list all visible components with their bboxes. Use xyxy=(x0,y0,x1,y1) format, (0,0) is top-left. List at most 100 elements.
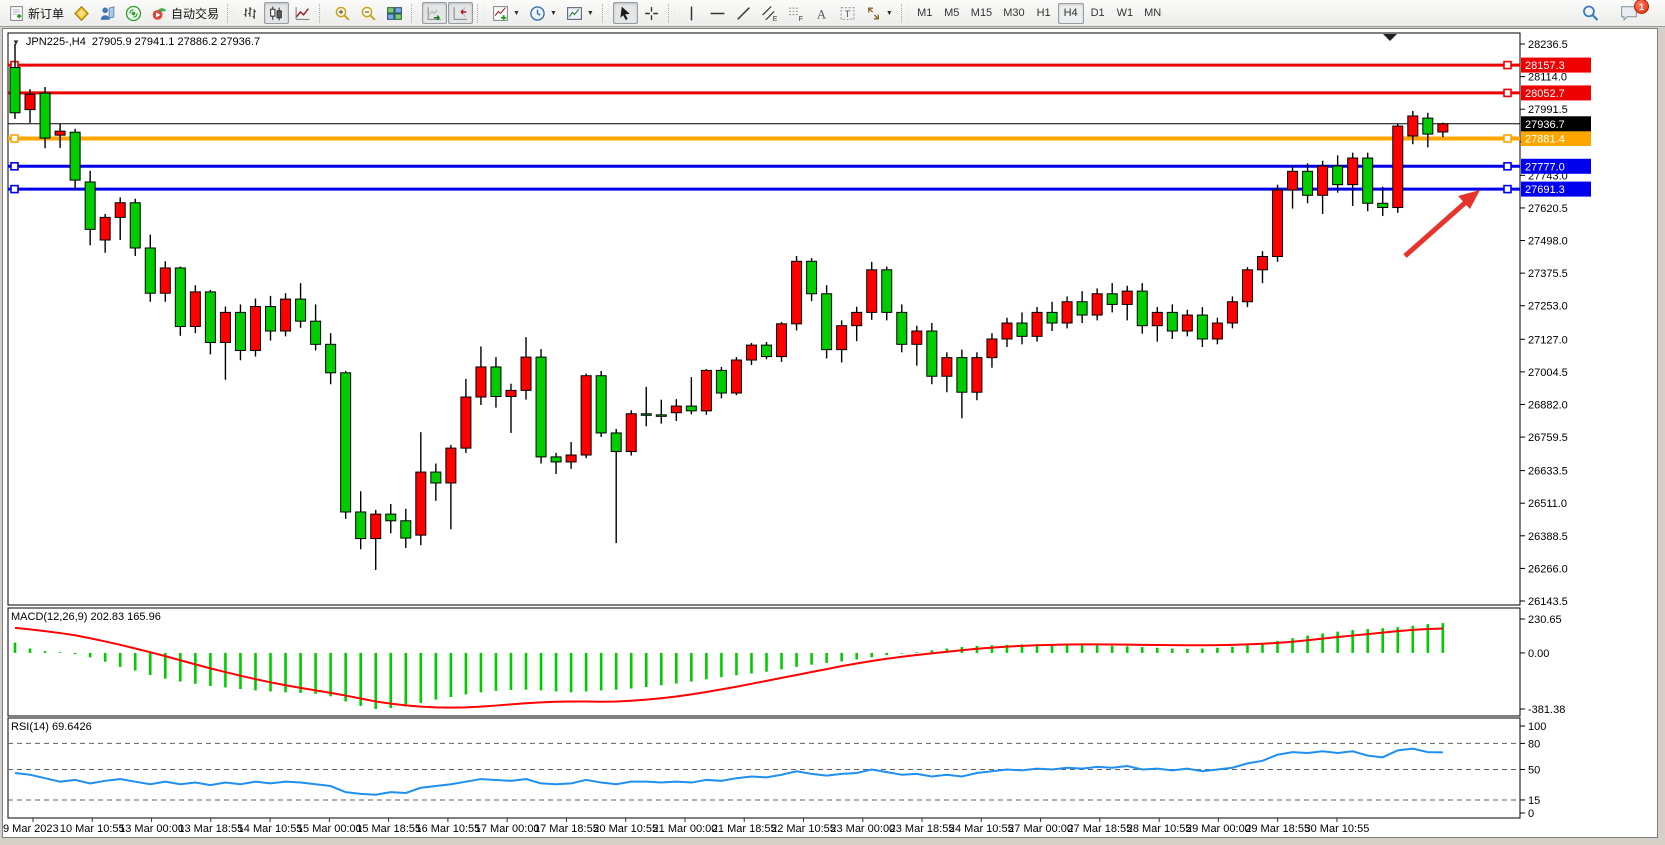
templates-button[interactable]: ▼ xyxy=(562,2,598,24)
line-handle xyxy=(1504,135,1511,142)
chart-shift-button[interactable] xyxy=(448,2,473,24)
time-tick-label: 29 Mar 00:00 xyxy=(1186,823,1251,835)
fibonacci-button[interactable]: F xyxy=(783,2,808,24)
text-label-button[interactable]: T xyxy=(835,2,860,24)
horizontal-line-button[interactable] xyxy=(705,2,730,24)
chevron-down-icon[interactable]: ▼ xyxy=(550,10,557,17)
svg-text:0: 0 xyxy=(1528,808,1534,820)
zoom-in-button[interactable] xyxy=(330,2,355,24)
time-tick-label: 17 Mar 00:00 xyxy=(475,823,540,835)
signal-icon xyxy=(125,5,142,22)
svg-text:80: 80 xyxy=(1528,738,1540,750)
time-tick-label: 13 Mar 18:55 xyxy=(178,823,243,835)
periods-button[interactable]: ▼ xyxy=(525,2,561,24)
timeframe-d1-button[interactable]: D1 xyxy=(1085,3,1111,24)
search-icon xyxy=(1581,4,1600,22)
chevron-down-icon[interactable]: ▼ xyxy=(587,10,594,17)
vertical-line-button[interactable] xyxy=(679,2,704,24)
new-order-button[interactable]: 新订单 xyxy=(4,2,68,24)
equidistant-channel-button[interactable]: E xyxy=(757,2,782,24)
crosshair-button[interactable] xyxy=(639,2,664,24)
main-toolbar: 新订单 自动交易 ▼ ▼ ▼ EFA T ▼ M1M5M15M30H1H4D1W1MN 1 xyxy=(0,0,1665,27)
notifications-button[interactable]: 1 xyxy=(1616,2,1643,24)
price-tick-label: 26266.0 xyxy=(1528,563,1568,575)
timeframe-m15-button[interactable]: M15 xyxy=(966,3,997,24)
bar-chart-button[interactable] xyxy=(238,2,263,24)
trendline-icon xyxy=(735,5,752,22)
price-tag-label: 27881.4 xyxy=(1525,134,1565,146)
bar-chart-icon xyxy=(242,5,259,22)
arrows-icon xyxy=(865,5,882,22)
rsi-axis[interactable]: 1008050150 xyxy=(1520,721,1546,820)
price-tick-label: 28114.0 xyxy=(1528,72,1567,84)
toolbar-separator xyxy=(668,4,675,23)
time-tick-label: 28 Mar 10:55 xyxy=(1127,823,1192,835)
time-tick-label: 16 Mar 10:55 xyxy=(415,823,480,835)
market-watch-button[interactable] xyxy=(69,2,94,24)
timeframe-m5-button[interactable]: M5 xyxy=(939,3,965,24)
chart-shift-icon xyxy=(452,5,469,22)
data-window-button[interactable] xyxy=(95,2,120,24)
auto-trading-label: 自动交易 xyxy=(171,5,219,22)
tile-windows-button[interactable] xyxy=(382,2,407,24)
panel-frames xyxy=(8,33,1520,818)
time-tick-label: 14 Mar 10:55 xyxy=(238,823,303,835)
price-tick-label: 27498.0 xyxy=(1528,236,1568,248)
time-tick-label: 17 Mar 18:55 xyxy=(534,823,599,835)
auto-scroll-button[interactable] xyxy=(422,2,447,24)
mt4-terminal: { "toolbar": { "groups": [ {"name":"trad… xyxy=(0,0,1665,845)
timeframe-mn-button[interactable]: MN xyxy=(1139,3,1166,24)
arrows-button[interactable]: ▼ xyxy=(861,2,897,24)
price-tag-label: 28157.3 xyxy=(1525,60,1565,72)
line-handle xyxy=(1504,89,1511,96)
line-chart-button[interactable] xyxy=(290,2,315,24)
horizontal-line-icon xyxy=(709,5,726,22)
timeframe-h4-button[interactable]: H4 xyxy=(1058,3,1084,24)
indicators-icon xyxy=(492,5,509,22)
svg-text:T: T xyxy=(844,9,850,20)
line-handle xyxy=(11,186,18,193)
price-tick-label: 26759.5 xyxy=(1528,432,1568,444)
zoom-out-button[interactable] xyxy=(356,2,381,24)
cursor-button[interactable] xyxy=(613,2,638,24)
zoom-out-icon xyxy=(360,5,377,22)
time-axis[interactable]: 9 Mar 202310 Mar 10:5513 Mar 00:0013 Mar… xyxy=(3,818,1369,835)
price-tick-label: 27620.5 xyxy=(1528,203,1568,215)
cursor-icon xyxy=(617,5,634,22)
text-label-icon: T xyxy=(839,5,856,22)
timeframe-w1-button[interactable]: W1 xyxy=(1112,3,1139,24)
market-watch-icon xyxy=(73,5,90,22)
notification-badge: 1 xyxy=(1634,0,1649,14)
time-tick-label: 15 Mar 00:00 xyxy=(297,823,362,835)
price-tick-label: 27127.0 xyxy=(1528,334,1568,346)
line-handle xyxy=(11,135,18,142)
toolbar-separator xyxy=(411,4,418,23)
toolbar-separator xyxy=(227,4,234,23)
line-chart-icon xyxy=(294,5,311,22)
price-tick-label: 27253.0 xyxy=(1528,301,1568,313)
chevron-down-icon[interactable]: ▼ xyxy=(513,10,520,17)
time-tick-label: 24 Mar 10:55 xyxy=(949,823,1014,835)
auto-trading-button[interactable]: 自动交易 xyxy=(147,2,223,24)
trendline-button[interactable] xyxy=(731,2,756,24)
search-button[interactable] xyxy=(1577,2,1604,24)
new-order-label: 新订单 xyxy=(28,5,64,22)
time-tick-label: 15 Mar 18:55 xyxy=(356,823,421,835)
svg-text:15: 15 xyxy=(1528,795,1540,807)
timeframe-m30-button[interactable]: M30 xyxy=(998,3,1029,24)
price-chart-canvas[interactable]: 28236.528114.027991.527869.027743.027620… xyxy=(0,28,1665,845)
chevron-down-icon[interactable]: ▼ xyxy=(886,10,893,17)
periods-icon xyxy=(529,5,546,22)
signals-button[interactable] xyxy=(121,2,146,24)
timeframe-h1-button[interactable]: H1 xyxy=(1031,3,1057,24)
indicators-button[interactable]: ▼ xyxy=(488,2,524,24)
timeframe-m1-button[interactable]: M1 xyxy=(912,3,938,24)
text-button[interactable]: A xyxy=(809,2,834,24)
candlestick-chart-button[interactable] xyxy=(264,2,289,24)
time-tick-label: 30 Mar 10:55 xyxy=(1305,823,1370,835)
price-tag-label: 27777.0 xyxy=(1525,161,1565,173)
macd-axis[interactable]: 230.650.00-381.38 xyxy=(1520,614,1565,716)
candlestick-icon xyxy=(268,5,285,22)
text-icon: A xyxy=(813,5,830,22)
toolbar-separator xyxy=(477,4,484,23)
